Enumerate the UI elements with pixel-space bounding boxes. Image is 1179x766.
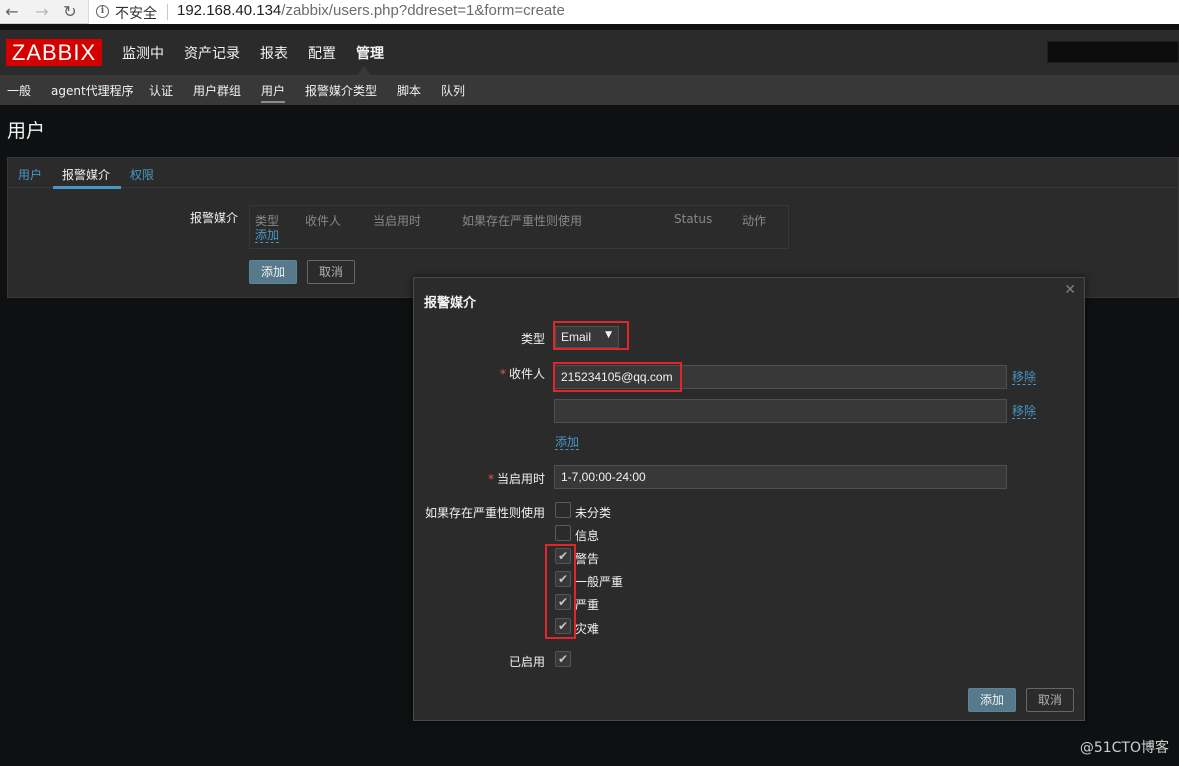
- menu-item-administration[interactable]: 管理: [356, 43, 384, 63]
- send-to-input-1-value: 215234105@qq.com: [561, 370, 673, 384]
- checkmark-icon: ✔: [558, 652, 569, 666]
- media-dialog: 报警媒介 ✕ 类型 Email ▼ * 收件人 215234105@qq.com …: [413, 277, 1085, 721]
- add-media-link[interactable]: 添加: [255, 229, 280, 243]
- top-navigation: ZABBIX 监测中 资产记录 报表 配置 管理: [0, 30, 1179, 75]
- column-header-action: 动作: [742, 214, 767, 228]
- arrow-right-icon[interactable]: →: [32, 2, 52, 22]
- send-to-label-text: 收件人: [508, 367, 545, 381]
- submenu-item-queue[interactable]: 队列: [441, 82, 465, 99]
- watermark: @51CTO博客: [1079, 740, 1169, 756]
- severity-label: 如果存在严重性则使用: [424, 506, 545, 520]
- browser-toolbar: ← → ↻ i 不安全 192.168.40.134/zabbix/users.…: [0, 0, 1179, 24]
- severity-warning-label: 警告: [575, 552, 600, 566]
- submenu-item-general[interactable]: 一般: [7, 82, 31, 99]
- active-tab-underline: [53, 186, 121, 189]
- severity-high-label: 严重: [575, 598, 600, 612]
- url-text[interactable]: 192.168.40.134/zabbix/users.php?ddreset=…: [177, 2, 565, 19]
- page-title: 用户: [7, 120, 46, 142]
- column-header-severity: 如果存在严重性则使用: [462, 214, 583, 228]
- type-select[interactable]: Email ▼: [555, 326, 619, 348]
- media-table: 类型 收件人 当启用时 如果存在严重性则使用 Status 动作 添加: [249, 205, 789, 249]
- arrow-left-icon[interactable]: ←: [2, 2, 22, 22]
- menu-item-monitoring[interactable]: 监测中: [122, 43, 164, 63]
- when-active-input[interactable]: 1-7,00:00-24:00: [554, 465, 1007, 489]
- url-path: /zabbix/users.php?ddreset=1&form=create: [281, 2, 565, 19]
- column-header-status: Status: [674, 212, 713, 226]
- column-header-send-to: 收件人: [305, 214, 342, 228]
- send-to-input-2[interactable]: [554, 399, 1007, 423]
- form-tabs: 用户 报警媒介 权限: [8, 158, 1178, 189]
- url-host: 192.168.40.134: [177, 2, 282, 19]
- severity-average-checkbox[interactable]: ✔: [555, 571, 571, 587]
- enabled-label: 已启用: [508, 655, 545, 669]
- caret-down-icon: ▼: [605, 330, 612, 340]
- security-label[interactable]: 不安全: [115, 3, 157, 23]
- when-active-label-text: 当启用时: [496, 472, 545, 486]
- zabbix-logo[interactable]: ZABBIX: [6, 39, 102, 66]
- checkmark-icon: ✔: [558, 595, 569, 609]
- submenu-item-user-groups[interactable]: 用户群组: [193, 82, 241, 99]
- severity-information-label: 信息: [575, 529, 600, 543]
- column-header-type: 类型: [255, 214, 280, 228]
- submenu-item-proxies[interactable]: agent代理程序: [51, 82, 134, 99]
- tab-permissions[interactable]: 权限: [130, 166, 154, 183]
- dialog-add-button[interactable]: 添加: [968, 688, 1016, 712]
- remove-send-to-1-link[interactable]: 移除: [1012, 371, 1037, 385]
- address-separator: [167, 4, 168, 20]
- dialog-title: 报警媒介: [424, 296, 477, 311]
- severity-information-checkbox[interactable]: [555, 525, 571, 541]
- checkmark-icon: ✔: [558, 572, 569, 586]
- column-header-when-active: 当启用时: [373, 214, 422, 228]
- menu-item-reports[interactable]: 报表: [260, 43, 288, 63]
- severity-high-checkbox[interactable]: ✔: [555, 594, 571, 610]
- type-label: 类型: [520, 332, 545, 346]
- close-icon[interactable]: ✕: [1064, 282, 1076, 298]
- checkmark-icon: ✔: [558, 619, 569, 633]
- menu-item-configuration[interactable]: 配置: [308, 43, 336, 63]
- info-icon[interactable]: i: [96, 5, 109, 18]
- when-active-input-value: 1-7,00:00-24:00: [561, 470, 646, 484]
- cancel-button[interactable]: 取消: [307, 260, 355, 284]
- severity-average-label: 一般严重: [575, 575, 624, 589]
- remove-send-to-2-link[interactable]: 移除: [1012, 405, 1037, 419]
- header-search-input[interactable]: [1047, 41, 1179, 63]
- severity-not-classified-label: 未分类: [575, 506, 612, 520]
- send-to-label: * 收件人: [499, 367, 545, 381]
- severity-disaster-checkbox[interactable]: ✔: [555, 618, 571, 634]
- dialog-cancel-button[interactable]: 取消: [1026, 688, 1074, 712]
- submenu-item-scripts[interactable]: 脚本: [397, 82, 421, 99]
- submenu-item-users[interactable]: 用户: [261, 82, 285, 99]
- submenu-item-authentication[interactable]: 认证: [149, 82, 173, 99]
- reload-icon[interactable]: ↻: [60, 2, 80, 22]
- address-bar[interactable]: i 不安全 192.168.40.134/zabbix/users.php?dd…: [88, 0, 1179, 24]
- submenu-active-underline: [261, 101, 285, 103]
- menu-item-inventory[interactable]: 资产记录: [184, 43, 240, 63]
- submenu-item-media-types[interactable]: 报警媒介类型: [305, 82, 377, 99]
- type-select-value: Email: [561, 330, 592, 344]
- checkmark-icon: ✔: [558, 549, 569, 563]
- sub-navigation: 一般 agent代理程序 认证 用户群组 用户 报警媒介类型 脚本 队列: [0, 75, 1179, 105]
- main-menu: 监测中 资产记录 报表 配置 管理: [122, 43, 384, 63]
- enabled-checkbox[interactable]: ✔: [555, 651, 571, 667]
- tab-user[interactable]: 用户: [18, 166, 42, 183]
- tab-media[interactable]: 报警媒介: [62, 166, 110, 183]
- active-menu-marker: [357, 66, 371, 75]
- when-active-label: * 当启用时: [487, 472, 545, 486]
- severity-warning-checkbox[interactable]: ✔: [555, 548, 571, 564]
- send-to-input-1[interactable]: 215234105@qq.com: [554, 365, 1007, 389]
- add-send-to-link[interactable]: 添加: [555, 436, 580, 450]
- add-button[interactable]: 添加: [249, 260, 297, 284]
- severity-not-classified-checkbox[interactable]: [555, 502, 571, 518]
- media-label: 报警媒介: [190, 211, 239, 225]
- severity-disaster-label: 灾难: [575, 622, 600, 636]
